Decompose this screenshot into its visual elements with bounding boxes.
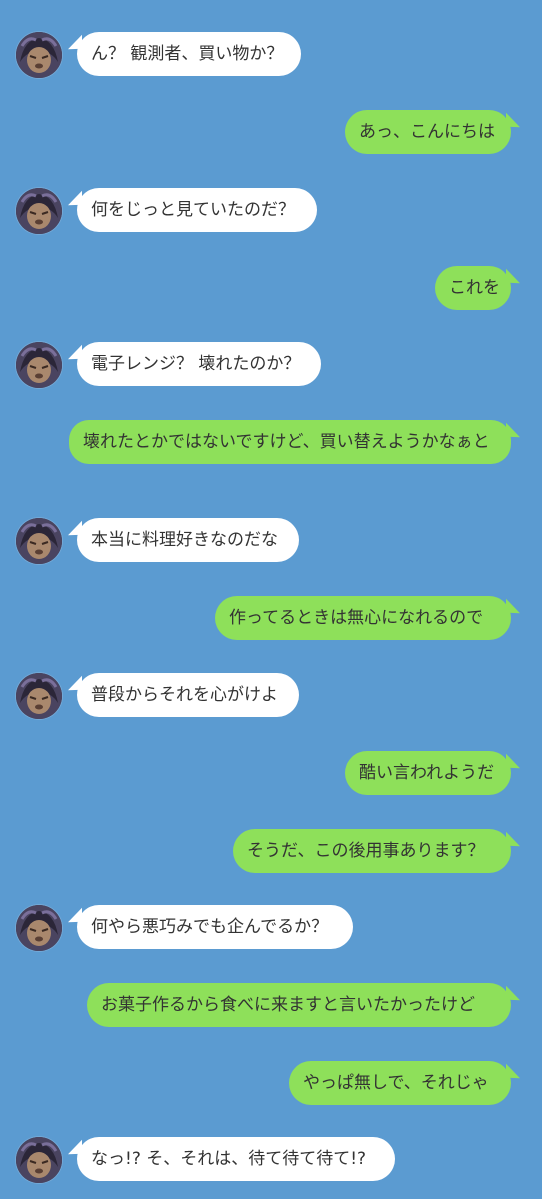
message-text: 本当に料理好きなのだな — [91, 530, 278, 550]
message-text: お菓子作るから食べに来ますと言いたかったけど — [101, 995, 475, 1015]
bubble-tail — [506, 598, 520, 620]
bubble-tail — [68, 1139, 82, 1161]
bubble-tail — [506, 422, 520, 444]
message-text: あっ、こんにちは — [359, 122, 495, 142]
outgoing-message-bubble[interactable]: これを — [435, 266, 520, 310]
message-text: 作ってるときは無心になれるので — [229, 608, 484, 628]
outgoing-message-bubble[interactable]: やっぱ無しで、それじゃ — [289, 1061, 520, 1105]
bubble-tail — [68, 190, 82, 212]
avatar-image — [16, 518, 62, 564]
bubble-tail — [68, 34, 82, 56]
outgoing-message-bubble[interactable]: 壊れたとかではないですけど、買い替えようかなぁと — [69, 420, 520, 464]
incoming-message-bubble[interactable]: 普段からそれを心がけよ — [68, 673, 299, 717]
avatar[interactable] — [16, 1137, 62, 1183]
avatar[interactable] — [16, 32, 62, 78]
outgoing-message-bubble[interactable]: お菓子作るから食べに来ますと言いたかったけど — [87, 983, 520, 1027]
bubble-tail — [506, 985, 520, 1007]
incoming-message-bubble[interactable]: 電子レンジ？ 壊れたのか？ — [68, 342, 321, 386]
avatar-image — [16, 1137, 62, 1183]
avatar[interactable] — [16, 905, 62, 951]
bubble-tail — [506, 268, 520, 290]
outgoing-message-bubble[interactable]: 酷い言われようだ — [345, 751, 520, 795]
avatar[interactable] — [16, 673, 62, 719]
bubble-tail — [506, 1063, 520, 1085]
message-text: 壊れたとかではないですけど、買い替えようかなぁと — [83, 432, 490, 452]
bubble-tail — [68, 520, 82, 542]
bubble-tail — [68, 907, 82, 929]
incoming-message-bubble[interactable]: 本当に料理好きなのだな — [68, 518, 299, 562]
incoming-message-bubble[interactable]: 何をじっと見ていたのだ？ — [68, 188, 317, 232]
message-text: ん？ 観測者、買い物か？ — [91, 44, 284, 64]
outgoing-message-bubble[interactable]: あっ、こんにちは — [345, 110, 520, 154]
bubble-tail — [506, 112, 520, 134]
outgoing-message-bubble[interactable]: 作ってるときは無心になれるので — [215, 596, 520, 640]
message-text: なっ!? そ、それは、待て待て待て!? — [91, 1149, 367, 1169]
outgoing-message-bubble[interactable]: そうだ、この後用事あります？ — [233, 829, 520, 873]
avatar[interactable] — [16, 188, 62, 234]
avatar[interactable] — [16, 342, 62, 388]
avatar[interactable] — [16, 518, 62, 564]
avatar-image — [16, 342, 62, 388]
bubble-tail — [506, 831, 520, 853]
incoming-message-bubble[interactable]: 何やら悪巧みでも企んでるか？ — [68, 905, 353, 949]
message-text: 電子レンジ？ 壊れたのか？ — [91, 354, 301, 374]
bubble-tail — [506, 753, 520, 775]
avatar-image — [16, 905, 62, 951]
chat-area[interactable]: ん？ 観測者、買い物か？ あっ、こんにちは 何をじっと見ていたのだ？ これを 電… — [0, 0, 542, 1199]
message-text: そうだ、この後用事あります？ — [247, 841, 485, 861]
message-text: 何やら悪巧みでも企んでるか？ — [91, 917, 329, 937]
bubble-tail — [68, 675, 82, 697]
avatar-image — [16, 32, 62, 78]
message-text: 何をじっと見ていたのだ？ — [91, 200, 295, 220]
avatar-image — [16, 673, 62, 719]
avatar-image — [16, 188, 62, 234]
message-text: これを — [449, 278, 500, 298]
message-text: 普段からそれを心がけよ — [91, 685, 278, 705]
message-text: やっぱ無しで、それじゃ — [303, 1073, 489, 1093]
message-text: 酷い言われようだ — [359, 763, 495, 783]
incoming-message-bubble[interactable]: なっ!? そ、それは、待て待て待て!? — [68, 1137, 395, 1181]
incoming-message-bubble[interactable]: ん？ 観測者、買い物か？ — [68, 32, 301, 76]
bubble-tail — [68, 344, 82, 366]
